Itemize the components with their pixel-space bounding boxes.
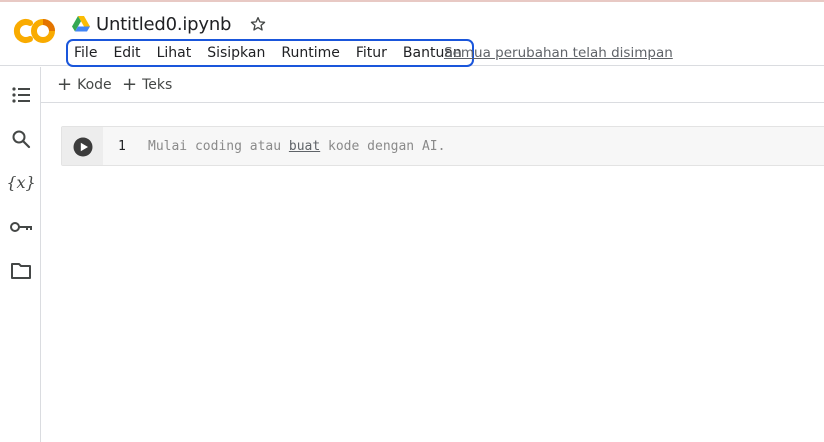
menu-insert[interactable]: Sisipkan [199,41,273,65]
plus-icon: + [57,74,73,95]
notebook-toolbar: + Kode + Teks [41,67,824,103]
table-of-contents-icon[interactable] [9,83,33,107]
placeholder-text-start: Mulai coding atau [148,139,289,154]
line-number: 1 [118,139,126,154]
star-icon[interactable] [249,15,267,33]
colab-logo[interactable] [12,15,58,47]
menu-bar: File Edit Lihat Sisipkan Runtime Fitur B… [66,39,474,67]
run-cell-play-icon[interactable] [73,137,93,157]
notebook-title[interactable]: Untitled0.ipynb [96,14,231,35]
placeholder-text-end: kode dengan AI. [320,139,446,154]
add-code-cell-button[interactable]: + Kode [57,75,112,95]
menu-view[interactable]: Lihat [149,41,200,65]
plus-icon: + [122,74,138,95]
generate-with-ai-link[interactable]: buat [289,139,320,154]
left-sidebar: {x} [0,67,41,442]
add-text-cell-button[interactable]: + Teks [122,75,172,95]
files-folder-icon[interactable] [9,259,33,283]
save-status-link[interactable]: Semua perubahan telah disimpan [444,45,673,61]
code-cell[interactable]: 1 Mulai coding atau buat kode dengan AI. [61,126,824,166]
header: Untitled0.ipynb File Edit Lihat Sisipkan… [0,2,824,67]
menu-file[interactable]: File [72,41,105,65]
add-code-label: Kode [77,77,112,93]
search-icon[interactable] [9,127,33,151]
google-drive-icon[interactable] [72,16,90,32]
secrets-key-icon[interactable] [9,215,33,239]
variables-glyph: {x} [6,172,36,192]
menu-tools[interactable]: Fitur [348,41,395,65]
menu-runtime[interactable]: Runtime [273,41,347,65]
title-row: Untitled0.ipynb [72,12,267,36]
code-editor-placeholder[interactable]: Mulai coding atau buat kode dengan AI. [148,139,445,154]
add-text-label: Teks [142,77,173,93]
variables-icon[interactable]: {x} [6,170,36,194]
menu-edit[interactable]: Edit [105,41,148,65]
